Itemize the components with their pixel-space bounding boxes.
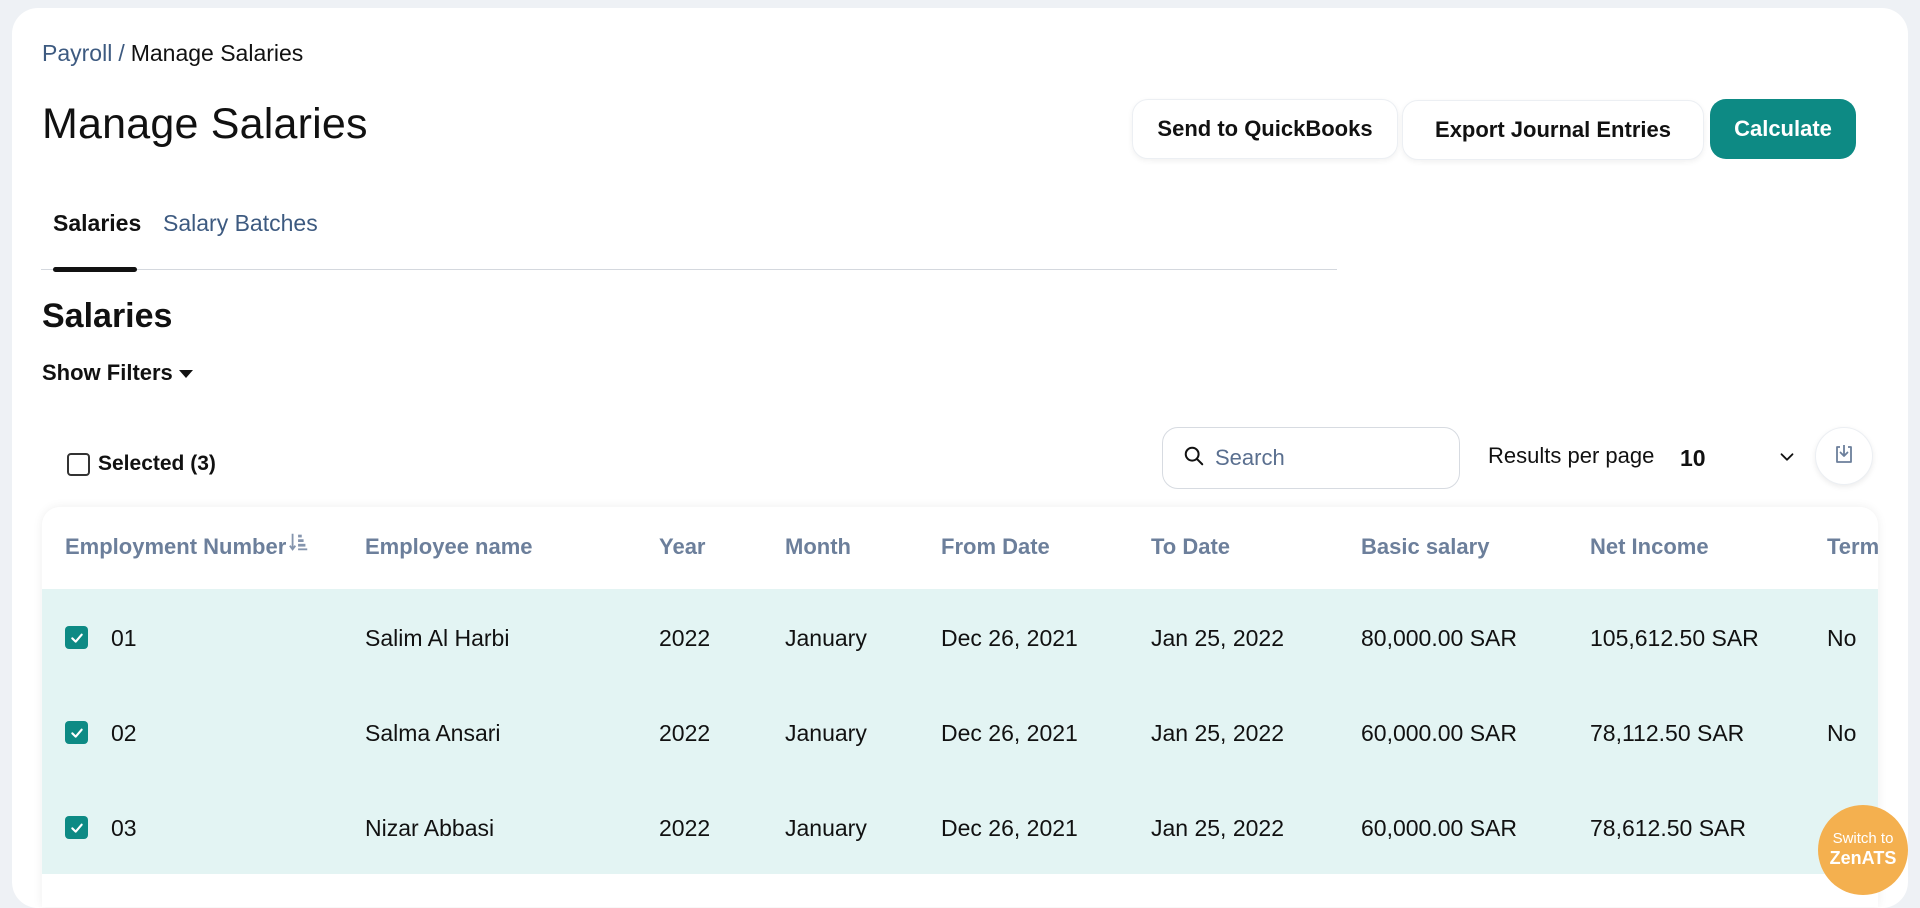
cell-from-date: Dec 26, 2021 (941, 720, 1078, 746)
results-per-page-select[interactable]: 10 (1680, 438, 1800, 478)
cell-employment-number: 01 (111, 625, 137, 651)
tab-salaries[interactable]: Salaries (53, 210, 141, 237)
column-header-year[interactable]: Year (659, 534, 706, 560)
cell-basic-salary: 80,000.00 SAR (1361, 625, 1518, 651)
cell-year: 2022 (659, 720, 711, 746)
cell-employee-name: Nizar Abbasi (365, 815, 495, 841)
cell-to-date: Jan 25, 2022 (1151, 625, 1285, 651)
breadcrumb-link-payroll[interactable]: Payroll (42, 40, 112, 66)
breadcrumb-current: Manage Salaries (130, 40, 304, 66)
cell-year: 2022 (659, 625, 711, 651)
cell-net-income: 78,612.50 SAR (1590, 815, 1747, 841)
column-header-net-income[interactable]: Net Income (1590, 534, 1709, 560)
cell-net-income: 78,112.50 SAR (1590, 720, 1745, 746)
download-icon (1832, 442, 1856, 471)
sort-descending-icon (288, 531, 310, 559)
cell-to-date: Jan 25, 2022 (1151, 720, 1285, 746)
calculate-button[interactable]: Calculate (1710, 99, 1856, 159)
main-card: Payroll / Manage Salaries Manage Salaries … (12, 8, 1908, 908)
salaries-table: Employment Number Employee name Year Mon… (42, 507, 1878, 907)
cell-employee-name: Salim Al Harbi (365, 625, 510, 651)
tab-salary-batches[interactable]: Salary Batches (163, 210, 318, 237)
tab-bar: Salaries Salary Batches (41, 198, 1337, 272)
column-header-employee-name[interactable]: Employee name (365, 534, 533, 560)
caret-down-icon (178, 370, 193, 378)
column-header-from-date[interactable]: From Date (941, 534, 1050, 560)
cell-from-date: Dec 26, 2021 (941, 815, 1078, 841)
checkmark-icon (70, 823, 83, 833)
table-row[interactable]: 03 Nizar Abbasi 2022 January Dec 26, 202… (42, 779, 1878, 874)
select-all-checkbox[interactable] (67, 452, 90, 476)
column-header-employment-number[interactable]: Employment Number (65, 531, 310, 560)
column-header-to-date[interactable]: To Date (1151, 534, 1230, 560)
search-box (1162, 427, 1460, 489)
row-checkbox[interactable] (65, 816, 88, 839)
cell-net-income: 105,612.50 SAR (1590, 625, 1759, 651)
column-header-term[interactable]: Term (1827, 534, 1878, 560)
cell-month: January (785, 625, 867, 651)
selected-count-label: Selected (3) (98, 452, 216, 475)
row-checkbox[interactable] (65, 721, 88, 744)
column-header-label: Employment Number (65, 534, 287, 559)
search-icon (1183, 445, 1205, 472)
cell-to-date: Jan 25, 2022 (1151, 815, 1285, 841)
checkmark-icon (70, 633, 83, 643)
cell-employment-number: 03 (111, 815, 137, 841)
download-button[interactable] (1815, 427, 1873, 485)
breadcrumb: Payroll / Manage Salaries (42, 40, 303, 67)
row-checkbox[interactable] (65, 626, 88, 649)
widget-line-1: Switch to (1832, 830, 1894, 848)
results-per-page-label: Results per page (1488, 443, 1655, 468)
results-per-page-value: 10 (1680, 444, 1706, 471)
cell-month: January (785, 720, 867, 746)
cell-month: January (785, 815, 867, 841)
table-row[interactable]: 02 Salma Ansari 2022 January Dec 26, 202… (42, 684, 1878, 779)
select-all-group: Selected (3) (67, 452, 216, 476)
checkmark-icon (70, 728, 83, 738)
column-header-basic-salary[interactable]: Basic salary (1361, 534, 1489, 560)
cell-from-date: Dec 26, 2021 (941, 625, 1078, 651)
cell-term: No (1827, 625, 1857, 651)
page-title: Manage Salaries (42, 100, 368, 148)
cell-basic-salary: 60,000.00 SAR (1361, 720, 1518, 746)
table-row[interactable]: 01 Salim Al Harbi 2022 January Dec 26, 2… (42, 589, 1878, 684)
table-header: Employment Number Employee name Year Mon… (42, 507, 1878, 585)
send-to-quickbooks-button[interactable]: Send to QuickBooks (1132, 99, 1398, 159)
column-header-month[interactable]: Month (785, 534, 851, 560)
show-filters-toggle[interactable]: Show Filters (42, 360, 193, 386)
cell-employee-name: Salma Ansari (365, 720, 501, 746)
cell-employment-number: 02 (111, 720, 137, 746)
breadcrumb-separator: / (118, 40, 125, 66)
show-filters-label: Show Filters (42, 360, 173, 385)
switch-to-zenats-widget[interactable]: Switch to ZenATS (1818, 805, 1908, 895)
section-title: Salaries (42, 297, 173, 335)
cell-year: 2022 (659, 815, 711, 841)
export-journal-entries-button[interactable]: Export Journal Entries (1402, 100, 1704, 160)
active-tab-indicator (53, 267, 137, 272)
cell-term: No (1827, 720, 1857, 746)
chevron-down-icon (1776, 446, 1798, 473)
widget-line-2: ZenATS (1829, 848, 1897, 869)
cell-basic-salary: 60,000.00 SAR (1361, 815, 1518, 841)
search-input[interactable] (1215, 445, 1435, 471)
